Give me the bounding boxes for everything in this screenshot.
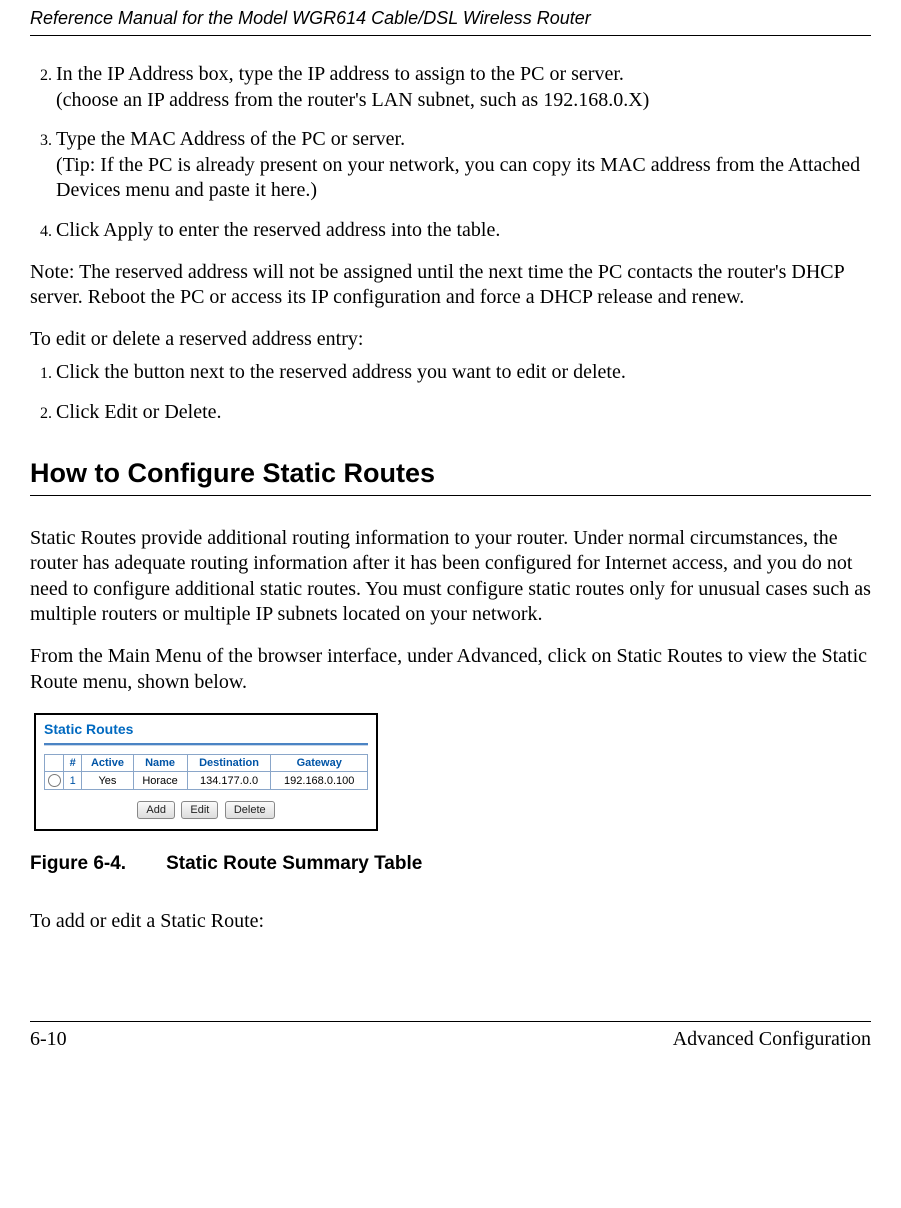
- edit-intro: To edit or delete a reserved address ent…: [30, 327, 871, 353]
- header-name: Name: [133, 755, 187, 772]
- step-a-3: Type the MAC Address of the PC or server…: [56, 127, 871, 204]
- figure-caption: Figure 6-4. Static Route Summary Table: [30, 853, 871, 875]
- radio-icon[interactable]: [48, 774, 61, 787]
- section-heading: How to Configure Static Routes: [30, 458, 871, 496]
- table-row: 1 Yes Horace 134.177.0.0 192.168.0.100: [45, 772, 368, 790]
- row-name: Horace: [133, 772, 187, 790]
- button-row: Add Edit Delete: [44, 800, 368, 819]
- row-destination: 134.177.0.0: [187, 772, 271, 790]
- add-button[interactable]: Add: [137, 801, 175, 819]
- row-num: 1: [64, 772, 82, 790]
- step-a-4: Click Apply to enter the reserved addres…: [56, 218, 871, 244]
- header-gateway: Gateway: [271, 755, 368, 772]
- step-b-2: Click Edit or Delete.: [56, 400, 871, 426]
- row-radio-cell[interactable]: [45, 772, 64, 790]
- steps-list-a: In the IP Address box, type the IP addre…: [30, 62, 871, 244]
- para-static-routes-1: Static Routes provide additional routing…: [30, 526, 871, 628]
- figure-static-routes: Static Routes # Active Name Destination …: [34, 713, 871, 831]
- header-select: [45, 755, 64, 772]
- table-header-row: # Active Name Destination Gateway: [45, 755, 368, 772]
- edit-button[interactable]: Edit: [181, 801, 218, 819]
- steps-list-b: Click the button next to the reserved ad…: [30, 360, 871, 425]
- figure-caption-number: Figure 6-4.: [30, 853, 126, 874]
- row-gateway: 192.168.0.100: [271, 772, 368, 790]
- header-destination: Destination: [187, 755, 271, 772]
- figure-caption-text: Static Route Summary Table: [166, 853, 422, 874]
- static-routes-table: # Active Name Destination Gateway 1 Yes …: [44, 754, 368, 790]
- page-footer: 6-10 Advanced Configuration: [30, 1021, 871, 1051]
- header-num: #: [64, 755, 82, 772]
- static-routes-panel: Static Routes # Active Name Destination …: [34, 713, 378, 831]
- panel-title: Static Routes: [44, 721, 368, 737]
- closing-line: To add or edit a Static Route:: [30, 909, 871, 935]
- step-a-2: In the IP Address box, type the IP addre…: [56, 62, 871, 113]
- footer-section: Advanced Configuration: [673, 1028, 871, 1051]
- para-static-routes-2: From the Main Menu of the browser interf…: [30, 644, 871, 695]
- panel-rule: [44, 743, 368, 746]
- step-b-1: Click the button next to the reserved ad…: [56, 360, 871, 386]
- row-active: Yes: [82, 772, 133, 790]
- note-paragraph: Note: The reserved address will not be a…: [30, 260, 871, 311]
- header-active: Active: [82, 755, 133, 772]
- running-header: Reference Manual for the Model WGR614 Ca…: [30, 0, 871, 36]
- delete-button[interactable]: Delete: [225, 801, 275, 819]
- footer-page-number: 6-10: [30, 1028, 67, 1051]
